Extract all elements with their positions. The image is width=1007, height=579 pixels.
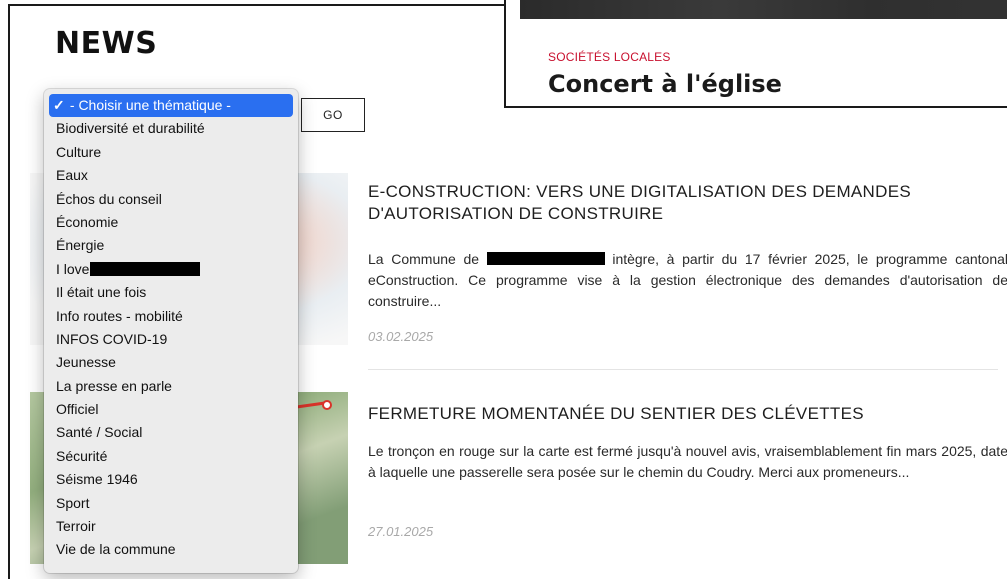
theme-option[interactable]: Échos du conseil xyxy=(49,188,293,211)
theme-option[interactable]: Séisme 1946 xyxy=(49,468,293,491)
theme-option[interactable]: Terroir xyxy=(49,515,293,538)
theme-option[interactable]: Énergie xyxy=(49,234,293,257)
theme-option[interactable]: Jeunesse xyxy=(49,351,293,374)
article-divider xyxy=(368,369,998,370)
theme-option[interactable]: La presse en parle xyxy=(49,375,293,398)
theme-option[interactable]: Info routes - mobilité xyxy=(49,305,293,328)
theme-option[interactable]: Il était une fois xyxy=(49,281,293,304)
theme-option[interactable]: Culture xyxy=(49,141,293,164)
theme-option[interactable]: Eaux xyxy=(49,164,293,187)
checkmark-icon: ✓ xyxy=(53,97,65,113)
theme-option[interactable]: Vie de la commune xyxy=(49,538,293,561)
article-title[interactable]: FERMETURE MOMENTANÉE DU SENTIER DES CLÉV… xyxy=(368,403,1007,425)
theme-option[interactable]: INFOS COVID-19 xyxy=(49,328,293,351)
featured-article-title[interactable]: Concert à l'église xyxy=(548,70,782,98)
featured-article-image xyxy=(520,0,1007,19)
theme-option[interactable]: Biodiversité et durabilité xyxy=(49,117,293,140)
theme-option[interactable]: Officiel xyxy=(49,398,293,421)
featured-article-card[interactable]: SOCIÉTÉS LOCALES Concert à l'église xyxy=(504,0,1007,108)
theme-option-i-love[interactable]: I love xyxy=(49,258,293,281)
page-title: NEWS xyxy=(55,26,158,61)
article-excerpt: Le tronçon en rouge sur la carte est fer… xyxy=(368,443,1007,480)
redacted-block xyxy=(486,252,605,265)
map-pin-icon xyxy=(322,400,332,410)
theme-option[interactable]: Santé / Social xyxy=(49,421,293,444)
redacted-block xyxy=(90,261,201,276)
article-title[interactable]: E-CONSTRUCTION: VERS UNE DIGITALISATION … xyxy=(368,181,1007,225)
theme-option[interactable]: Sécurité xyxy=(49,445,293,468)
theme-option-default[interactable]: ✓ - Choisir une thématique - xyxy=(49,94,293,118)
theme-select-dropdown[interactable]: ✓ - Choisir une thématique - Biodiversit… xyxy=(44,89,298,573)
article-excerpt: La Commune de intègre, à partir du 17 fé… xyxy=(368,251,1007,309)
go-button[interactable]: GO xyxy=(301,98,365,132)
article-date: 27.01.2025 xyxy=(368,524,434,539)
theme-option[interactable]: Sport xyxy=(49,492,293,515)
theme-option[interactable]: Économie xyxy=(49,211,293,234)
featured-article-category[interactable]: SOCIÉTÉS LOCALES xyxy=(548,50,671,64)
article-date: 03.02.2025 xyxy=(368,329,434,344)
